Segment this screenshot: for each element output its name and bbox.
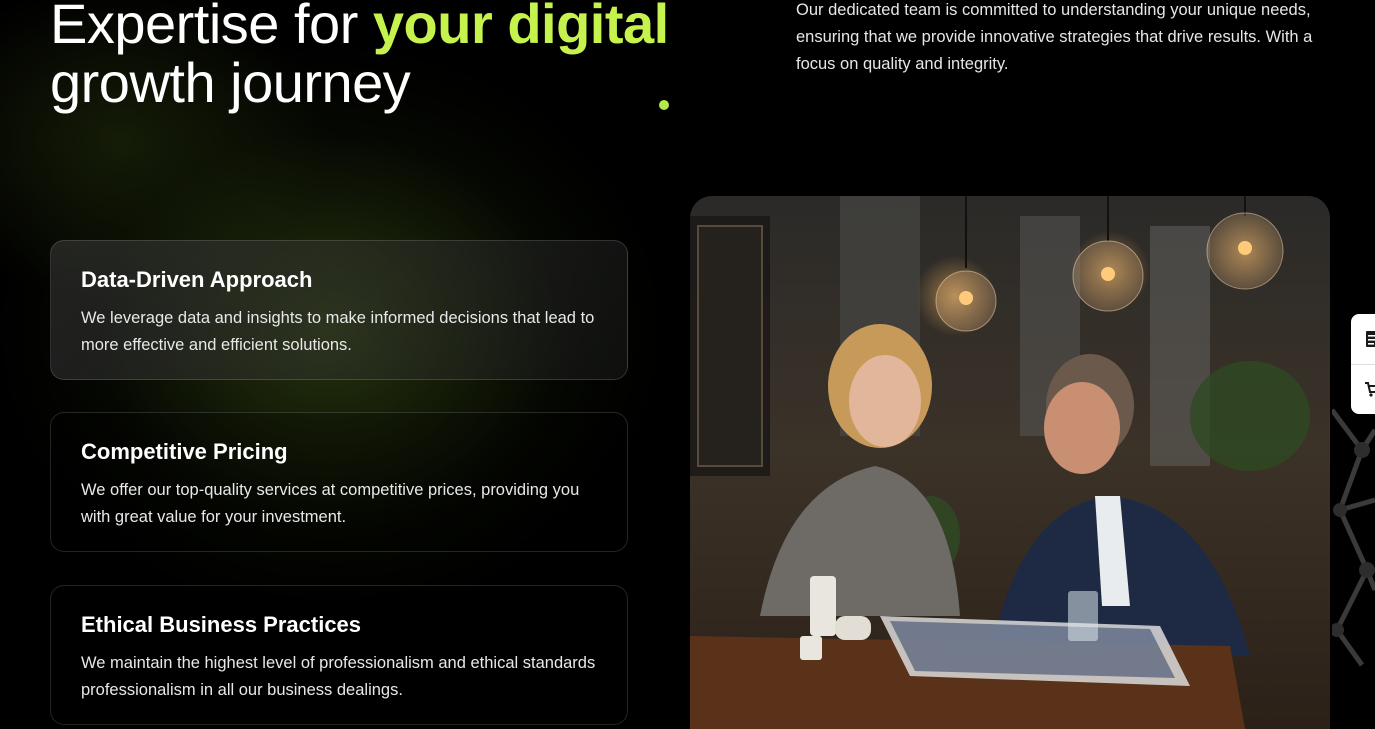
feature-description: We offer our top-quality services at com… <box>81 481 580 526</box>
page: Expertise for your digital growth journe… <box>0 0 1375 729</box>
meeting-photo <box>690 196 1330 729</box>
title-accent: your digital <box>372 0 669 55</box>
document-icon[interactable] <box>1365 330 1375 348</box>
feature-card-ethical-practices[interactable]: Ethical Business Practices We maintain t… <box>50 585 628 725</box>
feature-title: Data-Driven Approach <box>81 267 313 292</box>
feature-title: Ethical Business Practices <box>81 612 362 637</box>
feature-card-data-driven[interactable]: Data-Driven Approach We leverage data an… <box>50 240 628 380</box>
network-decoration <box>1332 408 1375 667</box>
meeting-illustration <box>690 196 1310 729</box>
feature-description: We leverage data and insights to make in… <box>81 309 595 354</box>
feature-title: Competitive Pricing <box>81 439 288 464</box>
feature-description: We maintain the highest level of profess… <box>81 654 596 699</box>
title-part1: Expertise for <box>50 0 373 55</box>
page-title: Expertise for your digital growth journe… <box>50 0 669 112</box>
feature-card-competitive-pricing[interactable]: Competitive Pricing We offer our top-qua… <box>50 412 628 552</box>
accent-dot <box>659 100 669 110</box>
widget-divider <box>1351 364 1375 365</box>
intro-text: Our dedicated team is committed to under… <box>796 1 1313 73</box>
title-part2: growth journey <box>50 51 411 114</box>
